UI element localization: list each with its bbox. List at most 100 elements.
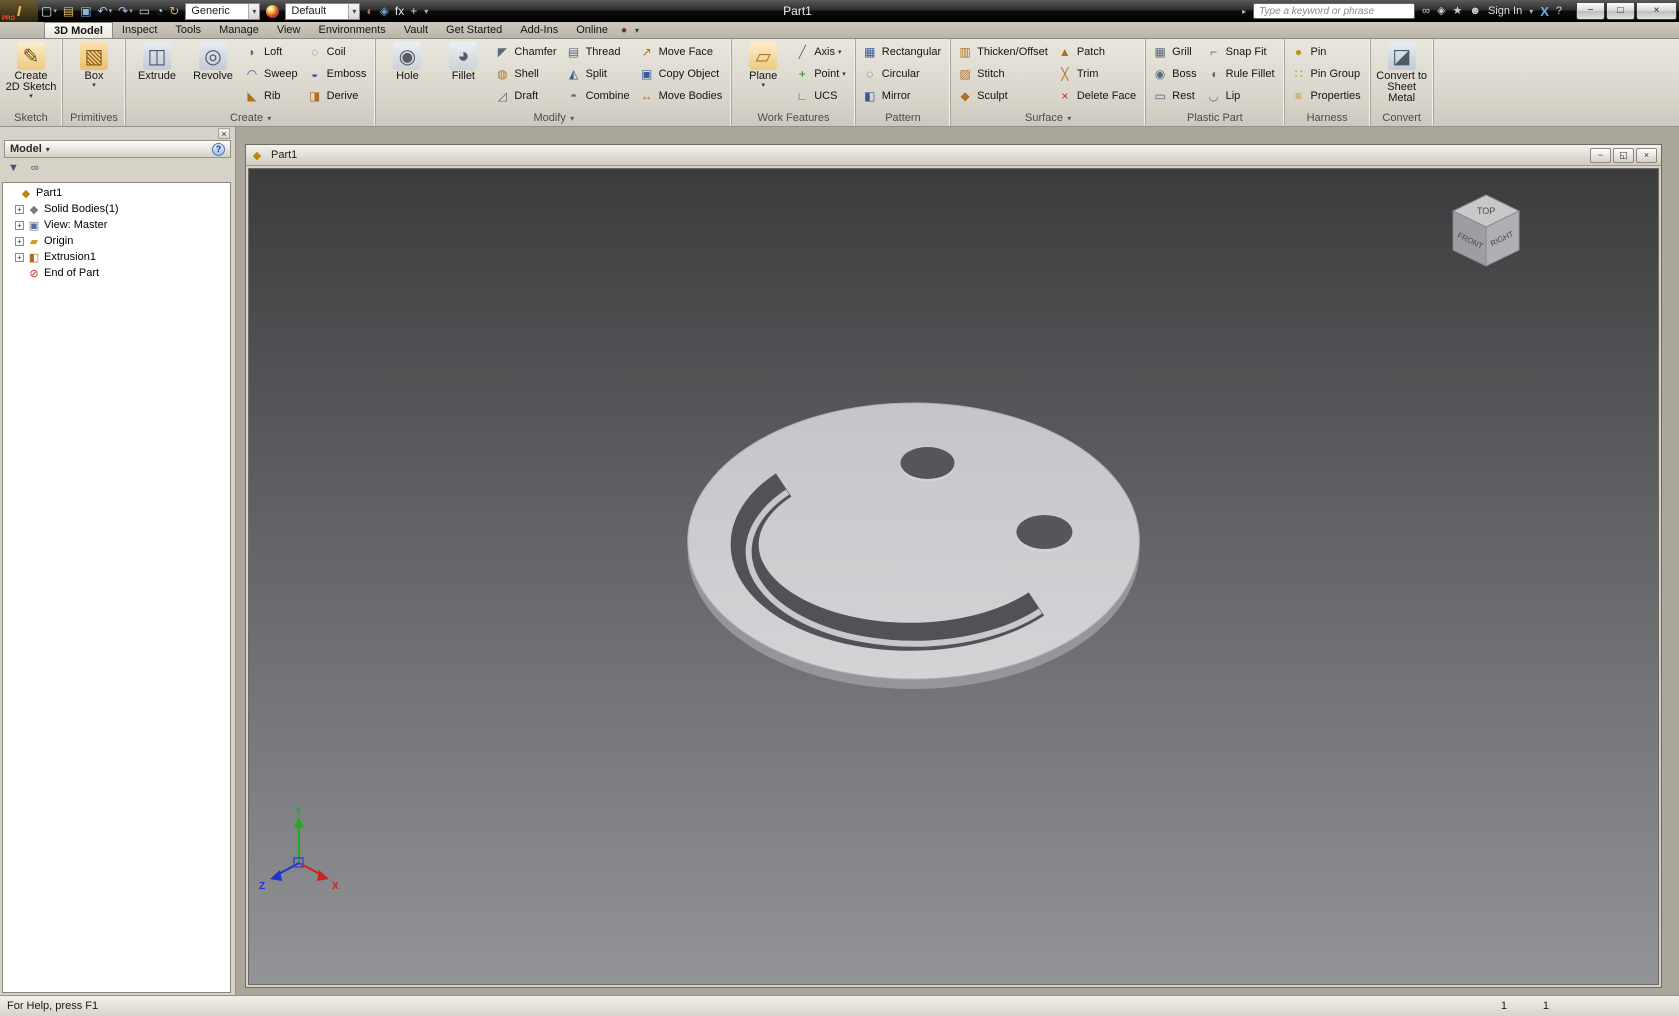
tree-item-extrusion1[interactable]: +◧Extrusion1 (3, 249, 230, 265)
button-rule-fillet[interactable]: ◖Rule Fillet (1204, 63, 1280, 85)
browser-header[interactable]: Model ▾ ? (4, 140, 231, 158)
button-derive[interactable]: ◨Derive (305, 85, 372, 107)
tab-environments[interactable]: Environments (309, 22, 394, 38)
fx-parameters-button[interactable]: fx (392, 2, 407, 20)
application-menu-button[interactable]: I PRO (0, 0, 38, 22)
button-circular[interactable]: ◌Circular (860, 63, 946, 85)
tab-online[interactable]: Online (567, 22, 617, 38)
doc-close-button[interactable]: × (1636, 148, 1657, 163)
tab-tools[interactable]: Tools (166, 22, 210, 38)
new-document-button[interactable]: ▢▾ (38, 2, 60, 20)
button-grill[interactable]: ▦Grill (1150, 41, 1201, 63)
button-patch[interactable]: ▲Patch (1055, 41, 1141, 63)
button-move-face[interactable]: ↗Move Face (637, 41, 728, 63)
ribbon-group-label-sketch[interactable]: Sketch (0, 111, 62, 126)
filter-funnel-icon[interactable]: ▼ (8, 162, 19, 174)
tab-view[interactable]: View (268, 22, 310, 38)
ribbon-group-label-convert[interactable]: Convert (1371, 111, 1433, 126)
button-rectangular[interactable]: ▦Rectangular (860, 41, 946, 63)
ribbon-group-label-pattern[interactable]: Pattern (856, 111, 950, 126)
update-button[interactable]: ↻ (166, 2, 182, 20)
ribbon-group-label-create[interactable]: Create ▾ (126, 111, 375, 126)
doc-restore-button[interactable]: ◱ (1613, 148, 1634, 163)
button-shell[interactable]: ◍Shell (492, 63, 561, 85)
button-snap-fit[interactable]: ⌐Snap Fit (1204, 41, 1280, 63)
smiley-part-model[interactable] (688, 403, 1140, 689)
exchange-apps-icon[interactable]: X (1540, 4, 1549, 19)
button-move-bodies[interactable]: ↔Move Bodies (637, 85, 728, 107)
tab-vault[interactable]: Vault (395, 22, 437, 38)
3d-canvas[interactable]: TOP FRONT RIGHT Y X Z (249, 169, 1658, 984)
tab-manage[interactable]: Manage (210, 22, 268, 38)
binoculars-icon[interactable]: ∞ (1422, 6, 1430, 17)
ribbon-group-label-work-features[interactable]: Work Features (732, 111, 855, 126)
view-cube[interactable]: TOP FRONT RIGHT (1453, 195, 1519, 266)
measure-button[interactable]: ◈ (377, 2, 392, 20)
tree-item-end-of-part[interactable]: ⊘End of Part (3, 265, 230, 281)
button-split[interactable]: ◭Split (564, 63, 635, 85)
tree-item-part1[interactable]: ◆Part1 (3, 185, 230, 201)
button-ucs[interactable]: ∟UCS (792, 85, 851, 107)
appearance-ball-icon[interactable] (266, 5, 279, 18)
button-convert-to-sheet-metal[interactable]: ◪Convert toSheet Metal (1374, 40, 1430, 111)
redo-button[interactable]: ↷▾ (115, 2, 136, 20)
button-trim[interactable]: ╳Trim (1055, 63, 1141, 85)
tree-item-solid-bodies-1[interactable]: +◆Solid Bodies(1) (3, 201, 230, 217)
button-point[interactable]: +Point▾ (792, 63, 851, 85)
button-thicken-offset[interactable]: ▥Thicken/Offset (955, 41, 1053, 63)
tab-get-started[interactable]: Get Started (437, 22, 511, 38)
button-revolve[interactable]: ◎Revolve (185, 40, 241, 111)
help-icon[interactable]: ? (1556, 6, 1562, 17)
ribbon-group-label-modify[interactable]: Modify ▾ (376, 111, 731, 126)
sign-in-button[interactable]: Sign In (1488, 5, 1522, 17)
tab-add-ins[interactable]: Add-Ins (511, 22, 567, 38)
doc-minimize-button[interactable]: − (1590, 148, 1611, 163)
ribbon-options-arrow-icon[interactable]: ▾ (631, 22, 643, 38)
qat-overflow-arrow-icon[interactable]: ▾ (420, 7, 432, 16)
open-button[interactable]: ▤ (60, 2, 77, 20)
button-delete-face[interactable]: ×Delete Face (1055, 85, 1141, 107)
tree-item-origin[interactable]: +▰Origin (3, 233, 230, 249)
button-loft[interactable]: ◗Loft (242, 41, 303, 63)
expander-icon[interactable]: + (15, 221, 24, 230)
button-pin-group[interactable]: ∷Pin Group (1289, 63, 1366, 85)
material-dropdown[interactable]: Generic ▾ (185, 3, 260, 20)
button-properties[interactable]: ≡Properties (1289, 85, 1366, 107)
sign-in-dropdown-icon[interactable]: ▾ (1529, 7, 1533, 16)
search-binoculars-icon[interactable]: ∞ (31, 162, 39, 174)
tab-3d-model[interactable]: 3D Model (44, 22, 113, 38)
ribbon-group-label-harness[interactable]: Harness (1285, 111, 1370, 126)
button-thread[interactable]: ▤Thread (564, 41, 635, 63)
expander-icon[interactable]: + (15, 205, 24, 214)
move-feature-button[interactable]: + (407, 2, 420, 20)
undo-button[interactable]: ↶▾ (95, 2, 116, 20)
button-lip[interactable]: ◡Lip (1204, 85, 1280, 107)
button-sweep[interactable]: ◠Sweep (242, 63, 303, 85)
button-create-2d-sketch[interactable]: ✎Create2D Sketch▾ (3, 40, 59, 111)
ribbon-group-label-plastic-part[interactable]: Plastic Part (1146, 111, 1283, 126)
maximize-button[interactable]: □ (1606, 3, 1635, 20)
ribbon-group-label-surface[interactable]: Surface ▾ (951, 111, 1145, 126)
print-button[interactable]: ▭ (136, 2, 153, 20)
button-emboss[interactable]: ◒Emboss (305, 63, 372, 85)
button-boss[interactable]: ◉Boss (1150, 63, 1201, 85)
subscription-icon[interactable]: ◈ (1437, 6, 1445, 17)
close-button[interactable]: × (1636, 3, 1677, 20)
button-hole[interactable]: ◉Hole (379, 40, 435, 111)
tree-item-view-master[interactable]: +▣View: Master (3, 217, 230, 233)
button-rest[interactable]: ▭Rest (1150, 85, 1201, 107)
online-sync-icon[interactable]: ● (617, 22, 631, 38)
expander-icon[interactable]: + (15, 237, 24, 246)
minimize-button[interactable]: − (1576, 3, 1605, 20)
button-chamfer[interactable]: ◤Chamfer (492, 41, 561, 63)
tab-inspect[interactable]: Inspect (113, 22, 166, 38)
save-button[interactable]: ▣ (77, 2, 94, 20)
button-copy-object[interactable]: ▣Copy Object (637, 63, 728, 85)
button-pin[interactable]: ●Pin (1289, 41, 1366, 63)
button-draft[interactable]: ◿Draft (492, 85, 561, 107)
favorites-star-icon[interactable]: ★ (1452, 6, 1462, 17)
expander-icon[interactable]: + (15, 253, 24, 262)
button-rib[interactable]: ◣Rib (242, 85, 303, 107)
color-override-button[interactable]: ◐ (363, 2, 376, 20)
browser-help-icon[interactable]: ? (212, 143, 225, 156)
